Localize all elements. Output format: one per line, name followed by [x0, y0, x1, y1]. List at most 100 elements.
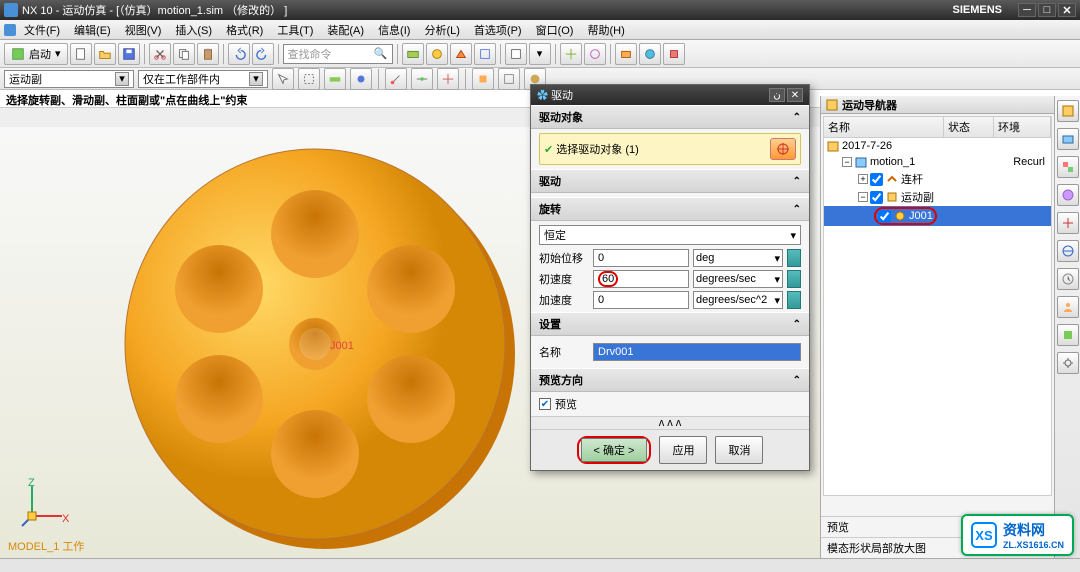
watermark-icon: XS — [971, 522, 997, 548]
input-vel[interactable]: 60 — [593, 270, 689, 288]
menu-view[interactable]: 视图(V) — [119, 20, 168, 40]
sel-t8[interactable] — [472, 68, 494, 90]
preview-checkbox[interactable]: ✔预览 — [539, 396, 801, 412]
copy-button[interactable] — [173, 43, 195, 65]
sel-t5[interactable] — [385, 68, 407, 90]
dialog-close-button[interactable]: ✕ — [787, 88, 803, 102]
sel-t6[interactable] — [411, 68, 433, 90]
tree-root[interactable]: 2017-7-26 — [824, 138, 1051, 154]
joints-check[interactable] — [870, 191, 883, 204]
tree-motion[interactable]: −motion_1Recurl — [824, 154, 1051, 170]
redo-button[interactable] — [252, 43, 274, 65]
undo-button[interactable] — [228, 43, 250, 65]
tb-c2[interactable] — [584, 43, 606, 65]
sel-t4[interactable] — [350, 68, 372, 90]
apply-button[interactable]: 应用 — [659, 436, 707, 464]
spin-disp[interactable] — [787, 249, 801, 267]
collapse-handle[interactable]: ʌ ʌ ʌ — [531, 416, 809, 429]
menu-window[interactable]: 窗口(O) — [530, 20, 580, 40]
section-preview[interactable]: 预览方向⌃ — [531, 368, 809, 392]
ok-button[interactable]: < 确定 > — [581, 438, 648, 462]
minimize-button[interactable]: ─ — [1018, 3, 1036, 17]
cut-button[interactable] — [149, 43, 171, 65]
tb-a1[interactable] — [402, 43, 424, 65]
tb-a3[interactable] — [450, 43, 472, 65]
rb-part-icon[interactable] — [1057, 128, 1079, 150]
close-button[interactable]: ✕ — [1058, 3, 1076, 17]
section-target[interactable]: 驱动对象⌃ — [531, 105, 809, 129]
watermark-badge: XS 资料网 ZL.XS1616.CN — [961, 514, 1074, 556]
pick-target-icon[interactable] — [770, 138, 796, 160]
tree-j001[interactable]: J001 — [824, 206, 1051, 226]
command-search[interactable]: 查找命令🔍 — [283, 44, 393, 64]
menu-format[interactable]: 格式(R) — [220, 20, 269, 40]
tb-d3[interactable] — [663, 43, 685, 65]
resource-bar — [1054, 96, 1080, 558]
tb-b2[interactable]: ▾ — [529, 43, 551, 65]
unit-disp[interactable]: deg▾ — [693, 249, 783, 267]
sel-t7[interactable] — [437, 68, 459, 90]
sel-t3[interactable] — [324, 68, 346, 90]
rb-sys-icon[interactable] — [1057, 324, 1079, 346]
open-button[interactable] — [94, 43, 116, 65]
spin-acc[interactable] — [787, 291, 801, 309]
select-driver-object[interactable]: ✔ 选择驱动对象 (1) — [539, 133, 801, 165]
rb-roles-icon[interactable] — [1057, 296, 1079, 318]
menu-tools[interactable]: 工具(T) — [271, 20, 319, 40]
start-button[interactable]: 启动▾ — [4, 43, 68, 65]
j001-check[interactable] — [878, 210, 891, 223]
input-acc[interactable]: 0 — [593, 291, 689, 309]
new-button[interactable] — [70, 43, 92, 65]
sel-t1[interactable] — [272, 68, 294, 90]
links-check[interactable] — [870, 173, 883, 186]
input-disp[interactable]: 0 — [593, 249, 689, 267]
input-name[interactable]: Drv001 — [593, 343, 801, 361]
menu-analysis[interactable]: 分析(L) — [418, 20, 465, 40]
motion-navigator: 运动导航器 名称 状态 环境 2017-7-26 −motion_1Recurl… — [820, 96, 1054, 558]
col-state[interactable]: 状态 — [944, 117, 994, 137]
menu-file[interactable]: 文件(F) — [18, 20, 66, 40]
menu-preferences[interactable]: 首选项(P) — [468, 20, 528, 40]
svg-text:X: X — [62, 513, 70, 525]
maximize-button[interactable]: □ — [1038, 3, 1056, 17]
rb-reuse-icon[interactable] — [1057, 184, 1079, 206]
rb-navigator-icon[interactable] — [1057, 100, 1079, 122]
col-name[interactable]: 名称 — [824, 117, 944, 137]
nav-icon — [825, 98, 839, 112]
label-acc: 加速度 — [539, 292, 589, 308]
rb-pref-icon[interactable] — [1057, 352, 1079, 374]
tree-links[interactable]: +连杆 — [824, 170, 1051, 188]
section-drive[interactable]: 驱动⌃ — [531, 169, 809, 193]
paste-button[interactable] — [197, 43, 219, 65]
selection-filter[interactable]: 运动副▾ — [4, 70, 134, 88]
selection-scope[interactable]: 仅在工作部件内▾ — [138, 70, 268, 88]
save-button[interactable] — [118, 43, 140, 65]
rotation-type-select[interactable]: 恒定▾ — [539, 225, 801, 245]
dialog-help-button[interactable]: ن — [769, 88, 785, 102]
rb-assy-icon[interactable] — [1057, 156, 1079, 178]
tb-a2[interactable] — [426, 43, 448, 65]
rb-browser-icon[interactable] — [1057, 240, 1079, 262]
window-title: NX 10 - 运动仿真 - [（仿真）motion_1.sim （修改的） ] — [22, 2, 287, 18]
section-settings[interactable]: 设置⌃ — [531, 312, 809, 336]
tree-joints[interactable]: −运动副 — [824, 188, 1051, 206]
menu-insert[interactable]: 插入(S) — [169, 20, 218, 40]
menu-edit[interactable]: 编辑(E) — [68, 20, 117, 40]
unit-vel[interactable]: degrees/sec▾ — [693, 270, 783, 288]
sel-t2[interactable] — [298, 68, 320, 90]
cancel-button[interactable]: 取消 — [715, 436, 763, 464]
tb-d2[interactable] — [639, 43, 661, 65]
col-env[interactable]: 环境 — [994, 117, 1051, 137]
menu-help[interactable]: 帮助(H) — [581, 20, 630, 40]
menu-info[interactable]: 信息(I) — [372, 20, 416, 40]
sel-t9[interactable] — [498, 68, 520, 90]
tb-d1[interactable] — [615, 43, 637, 65]
tb-a4[interactable] — [474, 43, 496, 65]
unit-acc[interactable]: degrees/sec^2▾ — [693, 291, 783, 309]
menu-assembly[interactable]: 装配(A) — [321, 20, 370, 40]
section-rotate[interactable]: 旋转⌃ — [531, 197, 809, 221]
rb-history-icon[interactable] — [1057, 268, 1079, 290]
tb-b1[interactable] — [505, 43, 527, 65]
spin-vel[interactable] — [787, 270, 801, 288]
tb-c1[interactable] — [560, 43, 582, 65]
